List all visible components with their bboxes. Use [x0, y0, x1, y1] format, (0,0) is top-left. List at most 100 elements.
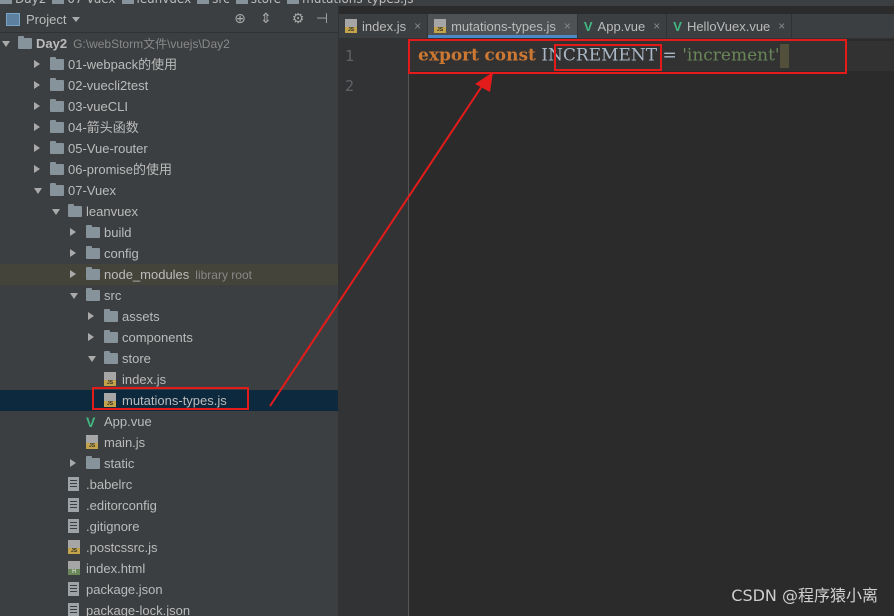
- chevron-right-icon[interactable]: [34, 60, 40, 68]
- folder-icon: [50, 183, 64, 196]
- tree-item-node[interactable]: store: [0, 348, 338, 369]
- chevron-down-icon[interactable]: [34, 188, 42, 194]
- tree-item-node[interactable]: .postcssrc.js: [0, 537, 338, 558]
- tree-item-node[interactable]: build: [0, 222, 338, 243]
- tree-item-node[interactable]: node_modules library root: [0, 264, 338, 285]
- tree-item-label: config: [104, 246, 139, 261]
- editor-tab[interactable]: mutations-types.js ×: [428, 14, 578, 38]
- tree-item-node[interactable]: 06-promise的使用: [0, 159, 338, 180]
- editor-tab-label: mutations-types.js: [451, 18, 556, 34]
- project-panel: Project ⊕ ⇕ ⚙ ⊣ Day2 G:\webStorm文件\vuejs\…: [0, 6, 339, 616]
- tree-item-node[interactable]: V App.vue: [0, 411, 338, 432]
- chevron-right-icon[interactable]: [34, 123, 40, 131]
- vue-file-icon: V: [583, 18, 593, 34]
- vue-file-icon: V: [86, 414, 96, 430]
- tree-item-node[interactable]: .gitignore: [0, 516, 338, 537]
- tree-item-label: assets: [122, 309, 160, 324]
- line-number: 1: [345, 47, 355, 65]
- chevron-right-icon[interactable]: [70, 270, 76, 278]
- tree-item-node[interactable]: 05-Vue-router: [0, 138, 338, 159]
- chevron-down-icon[interactable]: [2, 41, 10, 47]
- tree-item-label: static: [104, 456, 135, 471]
- folder-icon: [50, 57, 64, 70]
- tree-item-node[interactable]: config: [0, 243, 338, 264]
- editor-tab[interactable]: V HelloVuex.vue ×: [667, 14, 793, 38]
- tree-item-node[interactable]: package-lock.json: [0, 600, 338, 616]
- folder-icon: [18, 36, 32, 49]
- config-file-icon: [68, 477, 79, 491]
- tree-item-label: store: [122, 351, 151, 366]
- tree-item-node[interactable]: 03-vueCLI: [0, 96, 338, 117]
- tree-item-node[interactable]: 07-Vuex: [0, 180, 338, 201]
- js-file-icon: [434, 19, 447, 33]
- folder-icon: [50, 99, 64, 112]
- tree-item-node[interactable]: .babelrc: [0, 474, 338, 495]
- tree-item-node[interactable]: .editorconfig: [0, 495, 338, 516]
- tree-item-label: src: [104, 288, 122, 303]
- chevron-right-icon[interactable]: [34, 81, 40, 89]
- tree-item-node[interactable]: leanvuex: [0, 201, 338, 222]
- chevron-right-icon[interactable]: [88, 333, 94, 341]
- chevron-right-icon[interactable]: [34, 144, 40, 152]
- config-file-icon: [68, 582, 79, 596]
- chevron-down-icon[interactable]: [70, 293, 78, 299]
- tree-item-node[interactable]: assets: [0, 306, 338, 327]
- tree-item-day2[interactable]: Day2 G:\webStorm文件\vuejs\Day2: [0, 33, 338, 54]
- chevron-right-icon[interactable]: [34, 165, 40, 173]
- locate-icon[interactable]: ⊕: [232, 11, 248, 27]
- tree-item-node[interactable]: static: [0, 453, 338, 474]
- js-file-icon: [345, 19, 357, 33]
- folder-icon: [50, 78, 64, 91]
- editor-tab[interactable]: V App.vue ×: [578, 14, 668, 38]
- watermark: CSDN @程序猿小离: [731, 586, 878, 605]
- tree-item-node[interactable]: package.json: [0, 579, 338, 600]
- tree-item-node[interactable]: 02-vuecli2test: [0, 75, 338, 96]
- gear-icon[interactable]: ⚙: [290, 11, 306, 27]
- line-number-gutter: 1 2: [339, 39, 409, 616]
- chevron-right-icon[interactable]: [88, 312, 94, 320]
- tree-item-node[interactable]: index.html: [0, 558, 338, 579]
- code-editor[interactable]: export const INCREMENT = 'increment': [409, 39, 894, 616]
- tree-item-label: .postcssrc.js: [86, 540, 158, 555]
- tree-item-node[interactable]: main.js: [0, 432, 338, 453]
- tree-item-label: .editorconfig: [86, 498, 157, 513]
- vue-file-icon: V: [673, 18, 682, 34]
- tree-item-label: .gitignore: [86, 519, 140, 534]
- editor-tab-label: index.js: [362, 18, 407, 34]
- file-annotation-box: [92, 387, 249, 410]
- chevron-right-icon[interactable]: [70, 459, 76, 467]
- close-icon[interactable]: ×: [653, 19, 660, 33]
- hide-panel-icon[interactable]: ⊣: [314, 11, 330, 27]
- collapse-all-icon[interactable]: ⇕: [258, 11, 274, 27]
- tree-item-node[interactable]: src: [0, 285, 338, 306]
- close-icon[interactable]: ×: [414, 19, 421, 33]
- tree-item-label: App.vue: [104, 414, 152, 429]
- close-icon[interactable]: ×: [778, 19, 785, 33]
- project-path: G:\webStorm文件\vuejs\Day2: [73, 37, 230, 51]
- html-file-icon: [68, 561, 80, 575]
- tree-item-label: .babelrc: [86, 477, 133, 492]
- tree-item-label: 07-Vuex: [68, 183, 116, 198]
- editor-tab-bar: index.js×mutations-types.js×VApp.vue×VHe…: [339, 14, 894, 39]
- folder-icon: [86, 267, 100, 280]
- project-view-selector[interactable]: Project: [26, 12, 66, 27]
- editor-tab[interactable]: index.js ×: [339, 14, 429, 38]
- chevron-down-icon[interactable]: [88, 356, 96, 362]
- folder-icon: [86, 225, 100, 238]
- tree-item-node[interactable]: components: [0, 327, 338, 348]
- tree-item-label: main.js: [104, 435, 146, 450]
- editor-tab-label: HelloVuex.vue: [686, 18, 771, 34]
- tree-item-node[interactable]: 01-webpack的使用: [0, 54, 338, 75]
- chevron-right-icon[interactable]: [34, 102, 40, 110]
- tree-item-label: index.html: [86, 561, 146, 576]
- tree-item-label: build: [104, 225, 132, 240]
- chevron-right-icon[interactable]: [70, 249, 76, 257]
- tree-item-node[interactable]: 04-箭头函数: [0, 117, 338, 138]
- tree-item-label: package-lock.json: [86, 603, 191, 616]
- chevron-down-icon[interactable]: [52, 209, 60, 215]
- chevron-down-icon[interactable]: [72, 16, 81, 22]
- close-icon[interactable]: ×: [564, 19, 571, 33]
- tree-item-label: 04-箭头函数: [68, 120, 139, 135]
- chevron-right-icon[interactable]: [70, 228, 76, 236]
- folder-icon: [197, 0, 210, 4]
